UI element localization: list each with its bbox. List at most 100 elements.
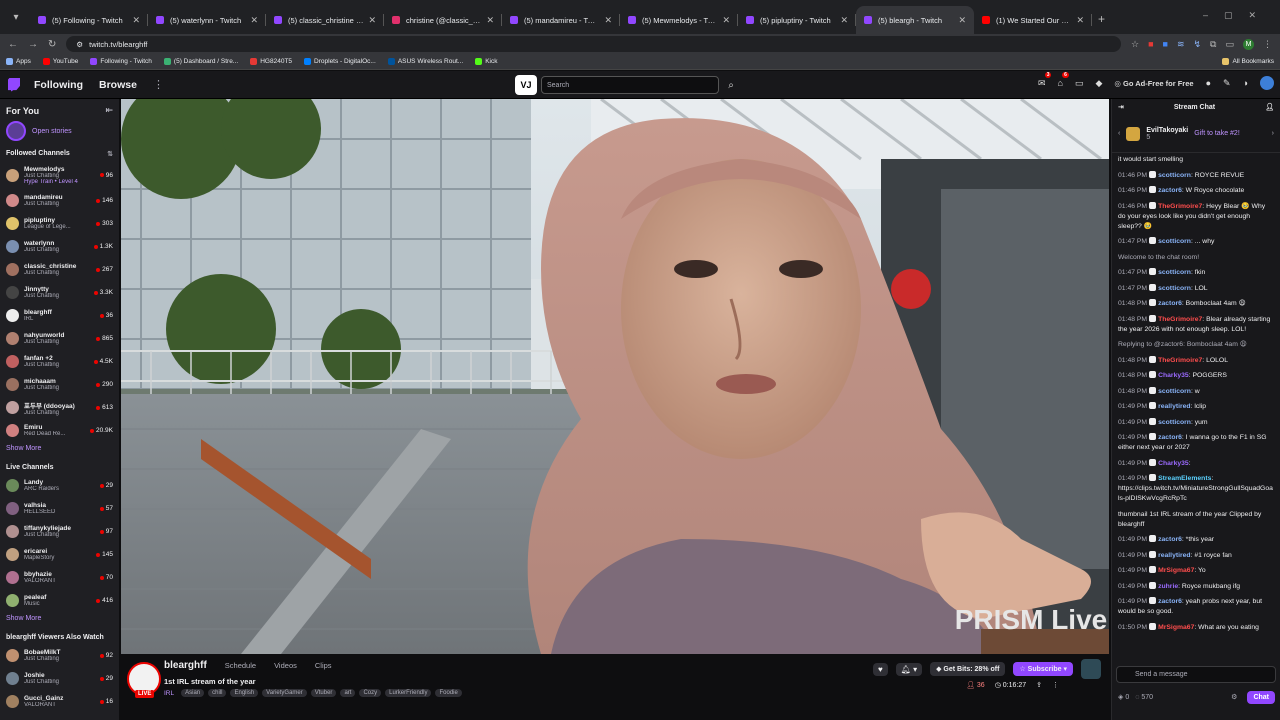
extension-icon[interactable]: ■ — [1148, 39, 1153, 50]
extension-icon[interactable]: ↯ — [1194, 39, 1202, 50]
followed-channel[interactable]: classic_christine Just Chatting 267 — [0, 258, 119, 281]
extension-icon[interactable]: ✎ — [1223, 78, 1231, 89]
video-player[interactable]: PRISM Live — [121, 99, 1109, 654]
forward-icon[interactable]: → — [28, 39, 38, 50]
site-info-icon[interactable]: ⚙ — [76, 40, 83, 49]
chat-username[interactable]: zactor6 — [1158, 536, 1182, 543]
stream-tag[interactable]: chill — [208, 689, 227, 697]
follow-heart-icon[interactable]: ♥ — [872, 662, 888, 676]
bookmark-item[interactable]: Apps — [6, 58, 31, 65]
chat-input[interactable]: Send a message — [1116, 666, 1276, 683]
chat-username[interactable]: reallytired — [1158, 552, 1191, 559]
stream-tag[interactable]: Asian — [181, 689, 205, 697]
chat-username[interactable]: Charky35 — [1158, 460, 1189, 467]
chat-username[interactable]: TheGrimoire7 — [1158, 316, 1202, 323]
chat-username[interactable]: TheGrimoire7 — [1158, 357, 1202, 364]
chat-username[interactable]: scotticorn — [1158, 285, 1191, 292]
browser-tab[interactable]: christine (@classic_christine) - ✕ — [384, 6, 502, 34]
show-more-followed[interactable]: Show More — [0, 442, 119, 458]
browser-tab[interactable]: (5) Mewmelodys - Twitch ✕ — [620, 6, 738, 34]
nav-following[interactable]: Following — [34, 79, 83, 91]
sidepanel-icon[interactable]: ▭ — [1225, 39, 1234, 50]
sort-icon[interactable]: ⇅ — [107, 150, 113, 158]
close-tab-icon[interactable]: ✕ — [486, 15, 494, 26]
browser-tab[interactable]: (5) pipluptiny - Twitch ✕ — [738, 6, 856, 34]
back-icon[interactable]: ← — [8, 39, 18, 50]
stream-tag[interactable]: English — [230, 689, 259, 697]
share-icon[interactable]: ⇪ — [1036, 681, 1042, 689]
all-bookmarks[interactable]: All Bookmarks — [1222, 58, 1274, 65]
puzzle-icon[interactable]: ⧉ — [1210, 39, 1216, 50]
chat-username[interactable]: scotticorn — [1158, 172, 1191, 179]
live-channel[interactable]: pealeaf Music 416 — [0, 589, 119, 612]
browser-tab[interactable]: (1) We Started Our Own Food✕ — [974, 6, 1092, 34]
whispers-icon[interactable]: ⌂ 6 — [1057, 72, 1069, 88]
browser-tab[interactable]: (5) bleargh - Twitch ✕ — [856, 6, 974, 34]
chat-username[interactable]: TheGrimoire7 — [1158, 203, 1202, 210]
channel-name[interactable]: blearghff — [164, 660, 207, 671]
followed-channel[interactable]: mandamireu Just Chatting 146 — [0, 189, 119, 212]
extension-icon[interactable]: ■ — [1163, 39, 1168, 50]
nav-browse[interactable]: Browse — [99, 79, 137, 91]
chat-username[interactable]: scotticorn — [1158, 238, 1191, 245]
collapse-sidebar-icon[interactable]: ⇤ — [105, 105, 113, 116]
close-tab-icon[interactable]: ✕ — [250, 15, 258, 26]
live-channel[interactable]: Landy ARC Raiders 29 — [0, 474, 119, 497]
bits-icon[interactable]: ◆ — [1095, 78, 1102, 89]
new-tab-button[interactable]: + — [1098, 12, 1105, 26]
browser-tab[interactable]: (5) waterlynn - Twitch ✕ — [148, 6, 266, 34]
chat-username[interactable]: scotticorn — [1158, 388, 1191, 395]
close-tab-icon[interactable]: ✕ — [958, 15, 966, 26]
followed-channel[interactable]: 포두부 (ddooyaa) Just Chatting 613 — [0, 396, 119, 419]
stream-tag[interactable]: LurkerFriendly — [385, 689, 432, 697]
browser-tab[interactable]: (5) Following - Twitch ✕ — [30, 6, 148, 34]
chat-username[interactable]: scotticorn — [1158, 269, 1191, 276]
search-icon[interactable]: ⌕ — [723, 76, 739, 94]
tab-videos[interactable]: Videos — [274, 661, 297, 670]
chat-username[interactable]: zuhrie — [1158, 583, 1178, 590]
show-more-live[interactable]: Show More — [0, 612, 119, 628]
chat-username[interactable]: reallytired — [1158, 403, 1191, 410]
extension-icon[interactable]: ≋ — [1177, 39, 1185, 50]
inbox-icon[interactable]: ▭ — [1075, 78, 1084, 89]
followed-channel[interactable]: Jinnytty Just Chatting 3.3K — [0, 281, 119, 304]
window-controls[interactable]: –▢✕ — [1203, 10, 1272, 21]
chat-send-button[interactable]: Chat — [1247, 690, 1275, 704]
chat-username[interactable]: StreamElements — [1158, 475, 1211, 482]
stream-tag[interactable]: Cozy — [359, 689, 382, 697]
followed-channel[interactable]: Mewmelodys Just Chatting Hype Train • Leve… — [0, 161, 119, 189]
url-field[interactable]: ⚙ twitch.tv/blearghff — [66, 36, 1121, 52]
close-tab-icon[interactable]: ✕ — [840, 15, 848, 26]
chat-username[interactable]: MrSigma67 — [1158, 624, 1194, 631]
vj-extension-button[interactable]: VJ — [515, 75, 537, 95]
bookmark-star-icon[interactable]: ☆ — [1131, 39, 1139, 50]
followed-channel[interactable]: michaaam Just Chatting 290 — [0, 373, 119, 396]
chevron-left-icon[interactable]: ‹ — [1118, 130, 1120, 137]
chat-username[interactable]: MrSigma67 — [1158, 567, 1194, 574]
followed-channel[interactable]: Emiru Red Dead Re... 20.9K — [0, 419, 119, 442]
close-tab-icon[interactable]: ✕ — [1076, 15, 1084, 26]
pinned-gift-bar[interactable]: ‹ EvilTakoyaki 5 Gift to take #2! › — [1112, 115, 1280, 153]
chat-username[interactable]: zactor6 — [1158, 187, 1182, 194]
open-stories[interactable]: Open stories — [0, 118, 119, 144]
bookmark-item[interactable]: YouTube — [42, 58, 78, 65]
chat-username[interactable]: zactor6 — [1158, 434, 1182, 441]
followed-channel[interactable]: waterlynn Just Chatting 1.3K — [0, 235, 119, 258]
bookmark-item[interactable]: Following - Twitch — [90, 58, 152, 65]
live-channel[interactable]: valhsia HELLSEED 57 — [0, 497, 119, 520]
category-link[interactable]: IRL — [164, 690, 174, 697]
browser-tab[interactable]: (5) mandamireu - Twitch ✕ — [502, 6, 620, 34]
more-icon[interactable]: ⋮ — [153, 78, 164, 91]
followed-channel[interactable]: nahyunworld Just Chatting 865 — [0, 327, 119, 350]
recommended-channel[interactable]: Joshie Just Chatting 29 — [0, 667, 119, 690]
more-options-icon[interactable]: ⋮ — [1052, 681, 1059, 689]
bookmark-item[interactable]: Kick — [475, 58, 497, 65]
recommended-channel[interactable]: BobaeMilkT Just Chatting 92 — [0, 644, 119, 667]
bookmark-item[interactable]: ASUS Wireless Rout... — [387, 58, 463, 65]
stream-tag[interactable]: Vtuber — [310, 689, 337, 697]
notifications-icon[interactable]: ✉ 3 — [1038, 71, 1052, 89]
subscribe-button[interactable]: ☆ Subscribe ▾ — [1013, 662, 1073, 676]
extension-icon[interactable]: ◑ — [1243, 78, 1248, 88]
channel-points-icon[interactable]: ◈ 0 — [1118, 693, 1129, 701]
profile-avatar[interactable]: M — [1243, 38, 1254, 50]
